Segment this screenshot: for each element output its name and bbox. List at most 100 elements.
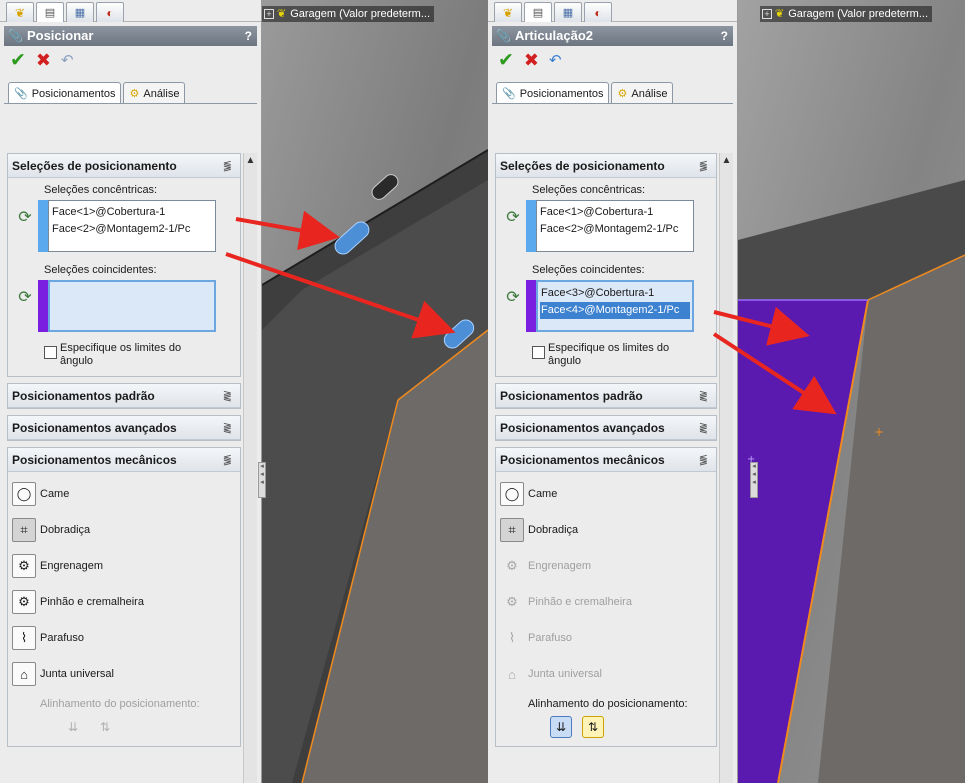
angle-limit-checkbox[interactable] bbox=[532, 346, 545, 359]
mate-rack-pinion-label: Pinhão e cremalheira bbox=[40, 596, 144, 608]
group-header-selections[interactable]: Seleções de posicionamento ⪓ bbox=[8, 154, 240, 178]
mate-hinge[interactable]: ⌗ Dobradiça bbox=[12, 512, 236, 548]
coincident-selection-list[interactable] bbox=[48, 280, 216, 332]
help-button[interactable]: ? bbox=[245, 26, 252, 46]
display-manager-tab[interactable]: ◐ bbox=[96, 2, 124, 22]
scroll-up-icon[interactable]: ▲ bbox=[720, 153, 733, 169]
group-header-advanced[interactable]: Posicionamentos avançados ⪔ bbox=[496, 416, 716, 440]
anti-aligned-icon[interactable]: ⇅ bbox=[94, 716, 116, 738]
pm-scrollbar[interactable]: ▲ bbox=[719, 153, 733, 783]
group-title-advanced: Posicionamentos avançados bbox=[500, 420, 665, 435]
configuration-manager-tab[interactable]: ▦ bbox=[66, 2, 94, 22]
display-manager-tab[interactable]: ◐ bbox=[584, 2, 612, 22]
angle-limit-checkbox[interactable] bbox=[44, 346, 57, 359]
angle-limit-option[interactable]: Especifique os limites do ângulo bbox=[12, 342, 236, 368]
list-item[interactable]: Face<1>@Cobertura-1 bbox=[51, 204, 213, 221]
help-button[interactable]: ? bbox=[721, 26, 728, 46]
panel-collapse-handle[interactable]: ◂ ◂ ◂ bbox=[750, 462, 758, 498]
mate-universal-joint-label: Junta universal bbox=[528, 668, 602, 680]
universal-joint-icon: ⌂ bbox=[12, 662, 36, 686]
cam-icon: ◯ bbox=[12, 482, 36, 506]
coincident-selection-list[interactable]: Face<3>@Cobertura-1 Face<4>@Montagem2-1/… bbox=[536, 280, 694, 332]
group-header-selections[interactable]: Seleções de posicionamento ⪓ bbox=[496, 154, 716, 178]
tab-analysis[interactable]: ⚙ Análise bbox=[611, 82, 674, 104]
mate-screw-label: Parafuso bbox=[40, 632, 85, 644]
universal-joint-icon: ⌂ bbox=[508, 666, 516, 682]
mate-universal-joint[interactable]: ⌂ Junta universal bbox=[12, 656, 236, 692]
mate-gear[interactable]: ⚙ Engrenagem bbox=[12, 548, 236, 584]
mate-universal-joint[interactable]: ⌂ Junta universal bbox=[500, 656, 712, 692]
property-manager-left: ❦ ▤ ▦ ◐ 📎 Posicionar ? ✔ ✖ ↶ 📎 Posicionam… bbox=[0, 0, 262, 783]
mate-cam[interactable]: ◯ Came bbox=[12, 476, 236, 512]
coincident-mate-icon: ⟳ bbox=[506, 289, 520, 306]
action-buttons: ✔ ✖ ↶ bbox=[488, 46, 737, 74]
expand-chevron-icon[interactable]: ⪔ bbox=[223, 421, 232, 434]
property-manager-tab[interactable]: ▤ bbox=[36, 2, 64, 22]
mate-rack-pinion[interactable]: ⚙ Pinhão e cremalheira bbox=[500, 584, 712, 620]
mate-rack-pinion[interactable]: ⚙ Pinhão e cremalheira bbox=[12, 584, 236, 620]
mate-screw[interactable]: ⌇ Parafuso bbox=[12, 620, 236, 656]
tab-mates[interactable]: 📎 Posicionamentos bbox=[496, 82, 610, 104]
cancel-icon[interactable]: ✖ bbox=[524, 50, 539, 71]
collapse-chevron-icon[interactable]: ⪓ bbox=[699, 159, 708, 172]
feature-manager-tab[interactable]: ❦ bbox=[494, 2, 522, 22]
mate-gear[interactable]: ⚙ Engrenagem bbox=[500, 548, 712, 584]
checkbox-label-line1: Especifique os limites do bbox=[548, 342, 670, 354]
expand-tree-icon[interactable]: + bbox=[762, 9, 772, 20]
tab-analysis[interactable]: ⚙ Análise bbox=[123, 82, 186, 104]
list-item[interactable]: Face<1>@Cobertura-1 bbox=[539, 204, 691, 221]
collapse-chevron-icon[interactable]: ⪓ bbox=[223, 453, 232, 466]
aligned-icon[interactable]: ⇊ bbox=[550, 716, 572, 738]
graphics-viewport-right[interactable]: + + + ❦ Garagem (Valor predeterm... bbox=[738, 0, 965, 783]
pm-title-bar: 📎 Articulação2 ? bbox=[492, 26, 733, 46]
group-standard-mates: Posicionamentos padrão ⪔ bbox=[7, 383, 241, 409]
list-item[interactable]: Face<2>@Montagem2-1/Pc bbox=[539, 221, 691, 238]
mate-cam[interactable]: ◯ Came bbox=[500, 476, 712, 512]
undo-icon[interactable]: ↶ bbox=[549, 51, 562, 69]
assembly-icon: ❦ bbox=[277, 8, 287, 20]
concentric-selection-list[interactable]: Face<1>@Cobertura-1 Face<2>@Montagem2-1/… bbox=[536, 200, 694, 252]
expand-chevron-icon[interactable]: ⪔ bbox=[223, 389, 232, 402]
group-title-selections: Seleções de posicionamento bbox=[500, 158, 665, 173]
group-header-mechanical[interactable]: Posicionamentos mecânicos ⪓ bbox=[496, 448, 716, 472]
group-header-standard[interactable]: Posicionamentos padrão ⪔ bbox=[8, 384, 240, 408]
expand-tree-icon[interactable]: + bbox=[264, 9, 274, 20]
mate-cam-label: Came bbox=[40, 488, 70, 500]
ok-icon[interactable]: ✔ bbox=[498, 49, 514, 72]
configuration-manager-tab[interactable]: ▦ bbox=[554, 2, 582, 22]
mate-gear-label: Engrenagem bbox=[528, 560, 591, 572]
undo-icon[interactable]: ↶ bbox=[61, 51, 74, 69]
mate-hinge[interactable]: ⌗ Dobradiça bbox=[500, 512, 712, 548]
ok-icon[interactable]: ✔ bbox=[10, 49, 26, 72]
group-header-advanced[interactable]: Posicionamentos avançados ⪔ bbox=[8, 416, 240, 440]
expand-chevron-icon[interactable]: ⪔ bbox=[699, 421, 708, 434]
list-item[interactable]: Face<3>@Cobertura-1 bbox=[540, 285, 690, 302]
group-header-standard[interactable]: Posicionamentos padrão ⪔ bbox=[496, 384, 716, 408]
list-item[interactable]: Face<4>@Montagem2-1/Pc bbox=[540, 302, 690, 319]
angle-limit-option[interactable]: Especifique os limites do ângulo bbox=[500, 342, 712, 368]
graphics-viewport-left[interactable]: + ❦ Garagem (Valor predeterm... bbox=[262, 0, 488, 783]
feature-manager-tab[interactable]: ❦ bbox=[6, 2, 34, 22]
mate-clip-icon: 📎 bbox=[496, 29, 511, 43]
concentric-selection-list[interactable]: Face<1>@Cobertura-1 Face<2>@Montagem2-1/… bbox=[48, 200, 216, 252]
cancel-icon[interactable]: ✖ bbox=[36, 50, 51, 71]
mate-alignment-label: Alinhamento do posicionamento: bbox=[40, 698, 200, 710]
collapse-chevron-icon[interactable]: ⪓ bbox=[699, 453, 708, 466]
list-item[interactable]: Face<2>@Montagem2-1/Pc bbox=[51, 221, 213, 238]
mate-screw[interactable]: ⌇ Parafuso bbox=[500, 620, 712, 656]
pm-scrollbar[interactable]: ▲ bbox=[243, 153, 257, 783]
group-header-mechanical[interactable]: Posicionamentos mecânicos ⪓ bbox=[8, 448, 240, 472]
tab-mates[interactable]: 📎 Posicionamentos bbox=[8, 82, 122, 104]
viewport-title-right: + ❦ Garagem (Valor predeterm... bbox=[760, 6, 933, 22]
anti-aligned-icon[interactable]: ⇅ bbox=[582, 716, 604, 738]
group-mate-selections: Seleções de posicionamento ⪓ Seleções co… bbox=[7, 153, 241, 377]
expand-chevron-icon[interactable]: ⪔ bbox=[699, 389, 708, 402]
tab-analysis-label: Análise bbox=[143, 87, 180, 100]
aligned-icon[interactable]: ⇊ bbox=[62, 716, 84, 738]
checkbox-label-line2: ângulo bbox=[60, 355, 94, 367]
collapse-chevron-icon[interactable]: ⪓ bbox=[223, 159, 232, 172]
scroll-up-icon[interactable]: ▲ bbox=[244, 153, 257, 169]
coincident-label: Seleções coincidentes: bbox=[532, 264, 645, 276]
panel-collapse-handle[interactable]: ◂ ◂ ◂ bbox=[258, 462, 266, 498]
property-manager-tab[interactable]: ▤ bbox=[524, 2, 552, 22]
